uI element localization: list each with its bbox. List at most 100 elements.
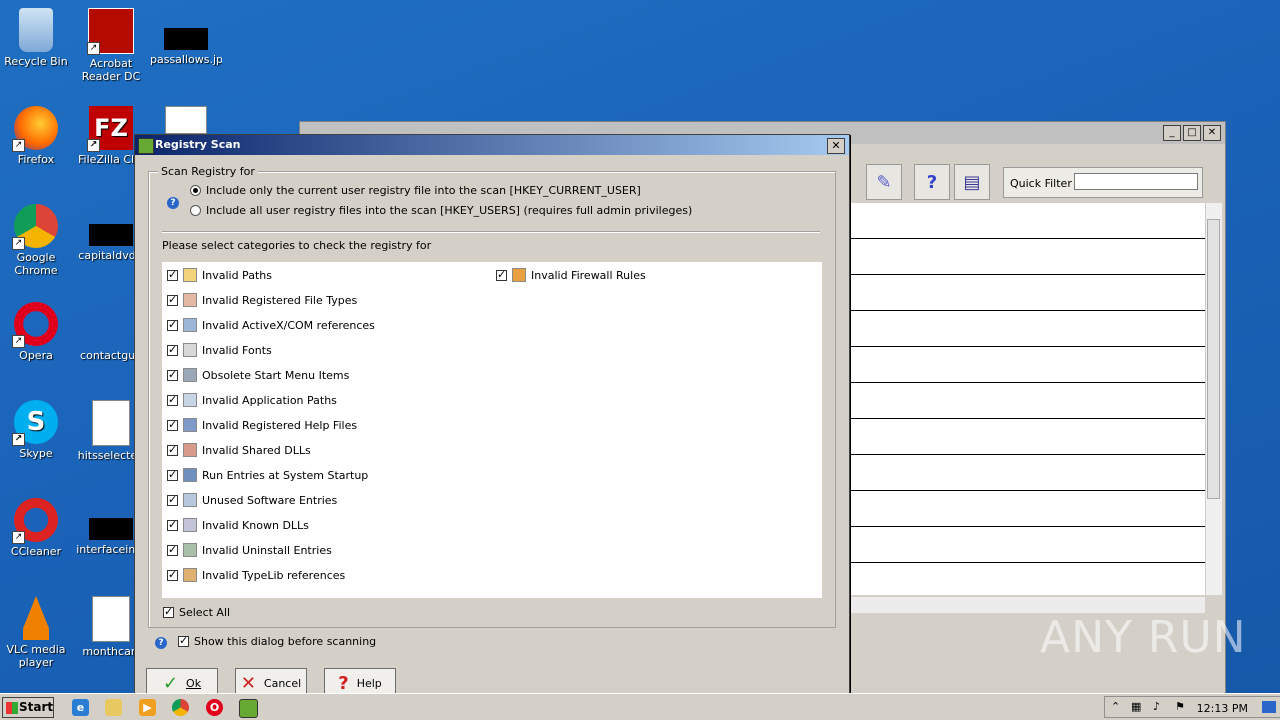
maximize-button[interactable]: □ bbox=[1183, 125, 1201, 141]
desktop-icon-skype[interactable]: S ↗ Skype bbox=[0, 400, 72, 460]
category-invalid-help-files[interactable]: Invalid Registered Help Files bbox=[167, 418, 357, 432]
category-invalid-firewall[interactable]: Invalid Firewall Rules bbox=[496, 268, 646, 282]
horizontal-scrollbar[interactable] bbox=[849, 597, 1205, 613]
tray-expand-icon[interactable]: ⌃ bbox=[1111, 701, 1123, 713]
radio-button[interactable] bbox=[190, 185, 201, 196]
select-all-checkbox[interactable]: Select All bbox=[163, 605, 231, 619]
category-label: Invalid Paths bbox=[202, 268, 272, 282]
checkbox[interactable] bbox=[167, 493, 178, 506]
category-invalid-file-types[interactable]: Invalid Registered File Types bbox=[167, 293, 357, 307]
checkbox[interactable] bbox=[163, 605, 174, 618]
radio-all-users[interactable]: Include all user registry files into the… bbox=[190, 204, 692, 217]
desktop-icon-recycle-bin[interactable]: Recycle Bin bbox=[0, 8, 72, 68]
book-icon: ▤ bbox=[963, 171, 981, 193]
list-row[interactable] bbox=[849, 383, 1205, 419]
action-center-flag-icon[interactable]: ⚑ bbox=[1175, 701, 1187, 713]
quick-filter-box: Quick Filter bbox=[1003, 167, 1203, 198]
category-label: Invalid ActiveX/COM references bbox=[202, 318, 375, 332]
desktop-icon-firefox[interactable]: ↗ Firefox bbox=[0, 106, 72, 166]
checkbox[interactable] bbox=[167, 368, 178, 381]
radio-label: Include all user registry files into the… bbox=[206, 204, 693, 217]
quick-filter-input[interactable] bbox=[1074, 173, 1198, 190]
shortcut-arrow-icon: ↗ bbox=[12, 433, 25, 446]
radio-button[interactable] bbox=[190, 205, 201, 216]
opera-taskbar-icon[interactable]: O bbox=[206, 699, 223, 716]
list-row[interactable] bbox=[849, 419, 1205, 455]
word-document-icon bbox=[165, 106, 207, 134]
vlc-cone-icon bbox=[18, 596, 54, 640]
checkbox[interactable] bbox=[167, 393, 178, 406]
category-invalid-paths[interactable]: Invalid Paths bbox=[167, 268, 272, 282]
close-button[interactable]: ✕ bbox=[1203, 125, 1221, 141]
vertical-scrollbar[interactable] bbox=[1205, 203, 1222, 595]
category-obsolete-start-menu[interactable]: Obsolete Start Menu Items bbox=[167, 368, 349, 382]
internet-explorer-icon[interactable]: e bbox=[72, 699, 89, 716]
category-label: Invalid Registered Help Files bbox=[202, 418, 358, 432]
category-run-entries[interactable]: Run Entries at System Startup bbox=[167, 468, 368, 482]
checkbox[interactable] bbox=[167, 418, 178, 431]
file-explorer-icon[interactable] bbox=[105, 699, 122, 716]
toolbar-help-button[interactable]: ? bbox=[914, 164, 950, 200]
desktop-icon-chrome[interactable]: ↗ Google Chrome bbox=[0, 204, 72, 277]
toolbar-settings-button[interactable]: ✎ bbox=[866, 164, 902, 200]
checkbox[interactable] bbox=[167, 293, 178, 306]
shortcut-arrow-icon: ↗ bbox=[12, 237, 25, 250]
list-row[interactable] bbox=[849, 563, 1205, 599]
windows-logo-icon bbox=[6, 702, 18, 714]
category-invalid-uninstall[interactable]: Invalid Uninstall Entries bbox=[167, 543, 332, 557]
list-row[interactable] bbox=[849, 275, 1205, 311]
list-row[interactable] bbox=[849, 311, 1205, 347]
checkbox[interactable] bbox=[167, 568, 178, 581]
category-invalid-app-paths[interactable]: Invalid Application Paths bbox=[167, 393, 337, 407]
list-row[interactable] bbox=[849, 491, 1205, 527]
desktop-icon-label: Opera bbox=[19, 349, 53, 362]
checkbox[interactable] bbox=[496, 268, 507, 281]
scrollbar-thumb[interactable] bbox=[1207, 219, 1220, 499]
desktop-icon-opera[interactable]: ↗ Opera bbox=[0, 302, 72, 362]
category-unused-software[interactable]: Unused Software Entries bbox=[167, 493, 337, 507]
category-invalid-typelib[interactable]: Invalid TypeLib references bbox=[167, 568, 345, 582]
checkbox[interactable] bbox=[167, 543, 178, 556]
checkbox[interactable] bbox=[178, 634, 189, 647]
radio-current-user[interactable]: Include only the current user registry f… bbox=[190, 184, 641, 197]
desktop-icon-acrobat[interactable]: ↗ Acrobat Reader DC bbox=[75, 8, 147, 83]
desktop-icon-label: Recycle Bin bbox=[4, 55, 68, 68]
list-row[interactable] bbox=[849, 239, 1205, 275]
checkbox[interactable] bbox=[167, 318, 178, 331]
start-button[interactable]: Start bbox=[2, 697, 54, 718]
help-hint-icon: ? bbox=[155, 637, 167, 649]
media-player-icon[interactable]: ▶ bbox=[139, 699, 156, 716]
network-icon[interactable]: ▦ bbox=[1131, 701, 1143, 713]
desktop-icon-vlc[interactable]: VLC media player bbox=[0, 596, 72, 669]
desktop-icon-passallows[interactable]: passallows.jpg bbox=[150, 8, 222, 66]
checkbox[interactable] bbox=[167, 443, 178, 456]
clock[interactable]: 12:13 PM bbox=[1197, 702, 1248, 715]
chrome-taskbar-icon[interactable] bbox=[172, 699, 189, 716]
dialog-close-button[interactable]: ✕ bbox=[827, 138, 845, 154]
list-row[interactable] bbox=[849, 347, 1205, 383]
info-help-icon: ? bbox=[167, 197, 179, 209]
checkbox[interactable] bbox=[167, 468, 178, 481]
category-invalid-fonts[interactable]: Invalid Fonts bbox=[167, 343, 272, 357]
list-row[interactable] bbox=[849, 455, 1205, 491]
select-all-label: Select All bbox=[179, 606, 231, 619]
volume-icon[interactable]: ♪ bbox=[1153, 701, 1165, 713]
checkbox[interactable] bbox=[167, 268, 178, 281]
registry-app-taskbar-icon[interactable] bbox=[239, 699, 258, 718]
show-desktop-icon[interactable] bbox=[1262, 701, 1276, 713]
checkbox[interactable] bbox=[167, 343, 178, 356]
show-dialog-checkbox[interactable]: Show this dialog before scanning bbox=[178, 634, 376, 648]
toolbar-book-button[interactable]: ▤ bbox=[954, 164, 990, 200]
results-list[interactable] bbox=[849, 203, 1205, 599]
category-invalid-activex[interactable]: Invalid ActiveX/COM references bbox=[167, 318, 375, 332]
minimize-button[interactable]: _ bbox=[1163, 125, 1181, 141]
category-label: Invalid TypeLib references bbox=[202, 568, 346, 582]
skype-icon: S ↗ bbox=[12, 400, 58, 446]
category-invalid-shared-dlls[interactable]: Invalid Shared DLLs bbox=[167, 443, 311, 457]
list-row[interactable] bbox=[849, 527, 1205, 563]
list-row[interactable] bbox=[849, 203, 1205, 239]
checkbox[interactable] bbox=[167, 518, 178, 531]
category-invalid-known-dlls[interactable]: Invalid Known DLLs bbox=[167, 518, 309, 532]
desktop-icon-word-doc[interactable] bbox=[150, 106, 222, 137]
desktop-icon-ccleaner[interactable]: ↗ CCleaner bbox=[0, 498, 72, 558]
